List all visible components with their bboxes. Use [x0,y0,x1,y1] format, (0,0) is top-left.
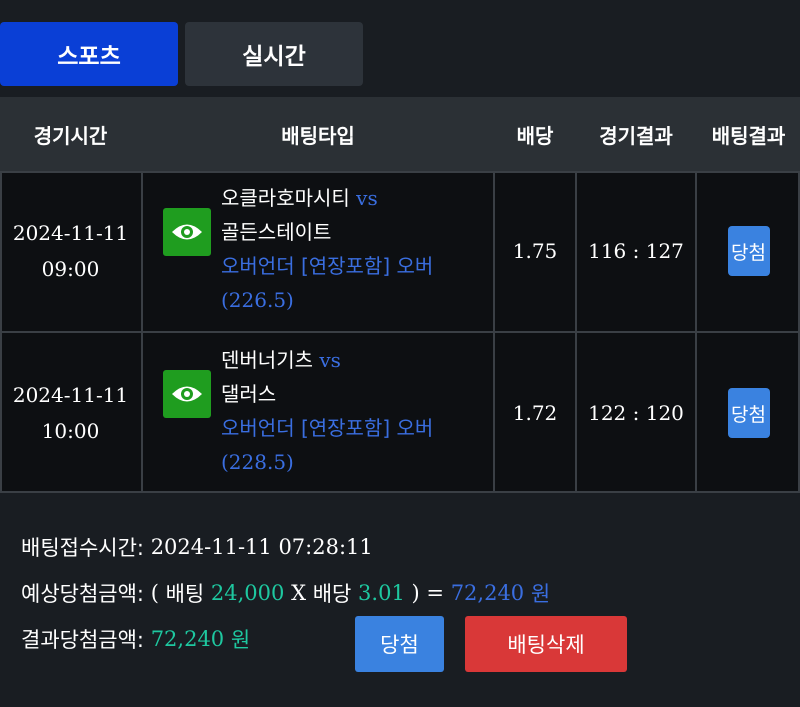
bet-result: 당첨 [697,171,800,331]
home-team: 덴버너기츠 [221,348,313,372]
header-game-result: 경기결과 [599,123,673,148]
received-value: 2024-11-11 07:28:11 [150,535,373,559]
odds-label: 배당 [312,582,352,606]
game-score: 122 : 120 [588,401,684,425]
result-currency: 원 [230,628,251,652]
expected-label: 예상당첨금액: [21,582,144,606]
win-badge: 당첨 [727,388,770,438]
expected-win-line: 예상당첨금액: ( 배팅 24,000 X 배당 3.01 ) = 72,240… [21,573,550,613]
header-bet-result: 배팅결과 [711,123,786,148]
away-team: 골든스테이트 [221,220,332,244]
bet-type: 오버언더 [연장포함] 오버 [221,416,434,440]
table-header: 경기시간 배팅타입 배당 경기결과 배팅결과 [0,97,800,171]
vs-label: vs [319,348,341,372]
bet-result: 당첨 [697,333,800,493]
bet-label: 배팅 [165,582,205,606]
table-row: 2024-11-11 10:00 덴버너기츠 vs 댈러스 오버언더 [연장포함… [0,333,800,493]
win-button[interactable]: 당첨 [355,616,444,672]
eye-icon[interactable] [163,370,211,418]
bet-line: (226.5) [221,288,294,312]
home-team: 오클라호마시티 [221,186,350,210]
table-row: 2024-11-11 09:00 오클라호마시티 vs 골든스테이트 오버언더 … [0,171,800,331]
eye-icon[interactable] [163,208,211,256]
received-time-line: 배팅접수시간: 2024-11-11 07:28:11 [21,527,373,567]
bet-table: 2024-11-11 09:00 오클라호마시티 vs 골든스테이트 오버언더 … [0,171,800,493]
expected-currency: 원 [530,582,551,606]
header-odds: 배당 [516,123,554,148]
result-win-line: 결과당첨금액: 72,240 원 [21,619,250,659]
result-label: 결과당첨금액: [21,628,144,652]
match-date: 2024-11-11 [12,221,129,245]
tab-bar: 스포츠 실시간 [0,22,800,86]
header-time: 경기시간 [33,123,108,148]
tab-live[interactable]: 실시간 [185,22,363,86]
bet-info: 오클라호마시티 vs 골든스테이트 오버언더 [연장포함] 오버 (226.5) [143,171,493,331]
total-odds: 3.01 [358,581,405,605]
bet-type: 오버언더 [연장포함] 오버 [221,254,434,278]
bet-info: 덴버너기츠 vs 댈러스 오버언더 [연장포함] 오버 (228.5) [143,333,493,493]
match-time: 2024-11-11 10:00 [0,333,141,493]
odds-value: 1.72 [512,401,558,425]
game-score: 116 : 127 [588,239,684,263]
away-team: 댈러스 [221,382,277,406]
bet-amount: 24,000 [210,581,285,605]
match-date: 2024-11-11 [12,383,129,407]
result-amount: 72,240 [150,627,225,651]
received-label: 배팅접수시간: [21,536,144,560]
win-badge: 당첨 [727,226,770,276]
tab-sports[interactable]: 스포츠 [0,22,178,86]
header-bet-type: 배팅타입 [281,123,355,148]
match-clock: 09:00 [41,257,100,281]
match-time: 2024-11-11 09:00 [0,171,141,331]
delete-bet-button[interactable]: 배팅삭제 [465,616,627,672]
bet-line: (228.5) [221,450,294,474]
odds-value: 1.75 [512,239,558,263]
match-clock: 10:00 [41,419,100,443]
vs-label: vs [356,186,378,210]
expected-amount: 72,240 [450,581,525,605]
